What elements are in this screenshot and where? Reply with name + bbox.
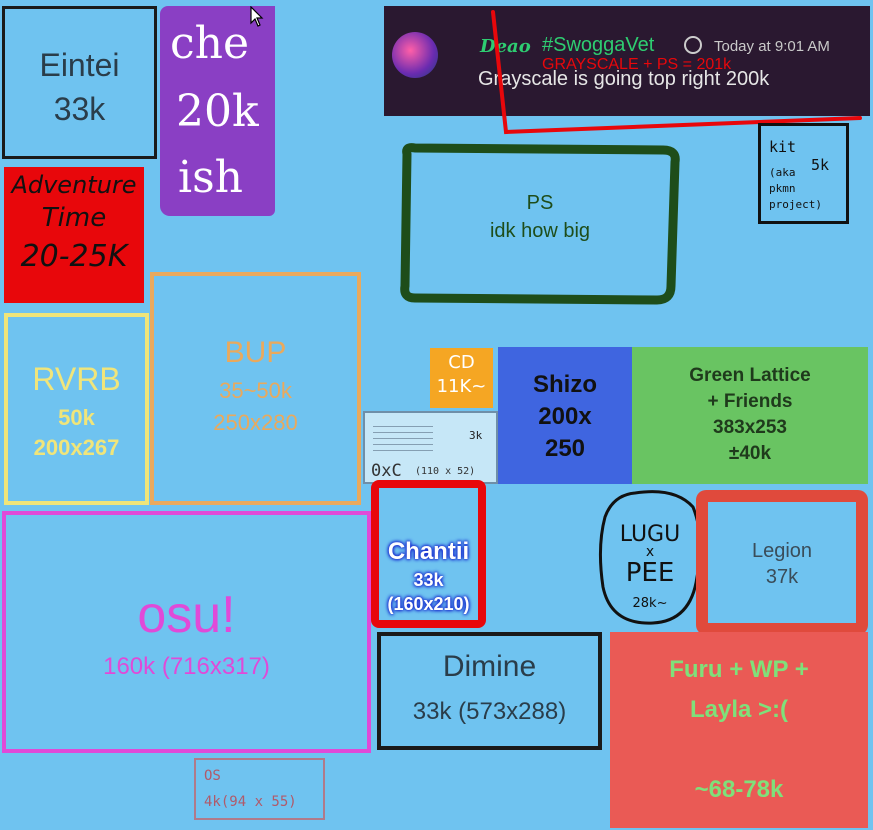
chantii-dims: (160x210)	[387, 594, 470, 614]
dimine-name: Dimine	[442, 650, 537, 683]
cd-line2: 11K~	[436, 376, 487, 397]
rvrb-name: RVRB	[32, 361, 121, 397]
mouse-cursor-icon	[250, 6, 264, 27]
0xc-dims: (110 x 52)	[415, 466, 476, 477]
red-bracket-stroke	[491, 10, 862, 135]
bup-dims: 250x280	[213, 410, 298, 435]
bup-size: 35~50k	[219, 378, 292, 403]
0xc-scribble-lines	[373, 421, 433, 455]
region-bup: BUP 35~50k 250x280	[150, 272, 361, 505]
green-lattice-line4: ±40k	[728, 443, 772, 464]
dimine-detail: 33k (573x288)	[412, 698, 567, 725]
chantii-name: Chantii	[387, 538, 470, 565]
region-0xc: 3k 0xC (110 x 52)	[363, 411, 498, 484]
green-lattice-line3: 383x253	[713, 417, 787, 438]
os-detail: 4k(94 x 55)	[204, 794, 297, 810]
green-lattice-line1: Green Lattice	[689, 365, 811, 386]
region-cd: CD 11K~	[430, 348, 493, 408]
region-green-lattice: Green Lattice + Friends 383x253 ±40k	[632, 347, 868, 484]
0xc-name: 0xC	[371, 461, 402, 481]
rvrb-dims: 200x267	[33, 435, 120, 460]
adventure-line1: Adventure	[11, 171, 137, 199]
lugu-line4: 28k~	[632, 596, 668, 611]
region-ps: PS idk how big	[405, 190, 675, 260]
region-adventure-time: Adventure Time 20-25K	[4, 167, 144, 303]
chantii-size: 33k	[413, 570, 444, 590]
region-kit: kit 5k (aka pkmn project)	[758, 123, 849, 224]
region-osu: osu! 160k (716x317)	[2, 511, 371, 753]
cd-line1: CD	[448, 352, 475, 373]
kit-note1: (aka	[769, 166, 796, 179]
bup-name: BUP	[224, 336, 287, 369]
region-eintei: Eintei 33k	[2, 6, 157, 159]
osu-name: osu!	[137, 586, 236, 644]
region-dimine: Dimine 33k (573x288)	[377, 632, 602, 750]
0xc-size: 3k	[469, 429, 483, 442]
region-chantii: Chantii 33k (160x210)	[371, 480, 486, 628]
region-che: che 20k ish	[160, 6, 275, 216]
lugu-line3: PEE	[625, 558, 675, 588]
ps-line1: PS	[526, 192, 554, 214]
legion-size: 37k	[765, 566, 799, 588]
region-os: OS 4k(94 x 55)	[194, 758, 325, 820]
legion-name: Legion	[751, 540, 813, 562]
adventure-line3: 20-25K	[20, 239, 128, 274]
adventure-line2: Time	[41, 203, 107, 233]
shizo-dims1: 200x	[538, 403, 592, 430]
che-line3: ish	[178, 152, 243, 203]
kit-size: 5k	[811, 156, 830, 174]
region-legion: Legion 37k	[696, 490, 868, 635]
shizo-dims2: 250	[544, 435, 586, 462]
eintei-name: Eintei	[39, 47, 120, 83]
osu-detail: 160k (716x317)	[103, 653, 270, 680]
eintei-size: 33k	[53, 91, 106, 127]
kit-name: kit	[769, 138, 797, 156]
ps-line2: idk how big	[489, 220, 591, 242]
furu-line3: ~68-78k	[694, 776, 784, 803]
shizo-name: Shizo	[533, 371, 597, 398]
region-rvrb: RVRB 50k 200x267	[4, 313, 149, 505]
green-lattice-line2: + Friends	[707, 391, 793, 412]
os-name: OS	[204, 768, 221, 784]
kit-note2: pkmn	[769, 182, 796, 195]
rvrb-size: 50k	[58, 405, 95, 430]
kit-note3: project)	[769, 198, 822, 211]
furu-line1: Furu + WP +	[669, 656, 809, 683]
furu-line2: Layla >:(	[689, 696, 789, 723]
region-shizo: Shizo 200x 250	[498, 347, 632, 484]
region-lugu: LUGU x PEE 28k~	[598, 522, 702, 622]
avatar	[392, 32, 438, 78]
che-line2: 20k	[176, 86, 259, 137]
region-furu: Furu + WP + Layla >:( ~68-78k	[610, 632, 868, 828]
